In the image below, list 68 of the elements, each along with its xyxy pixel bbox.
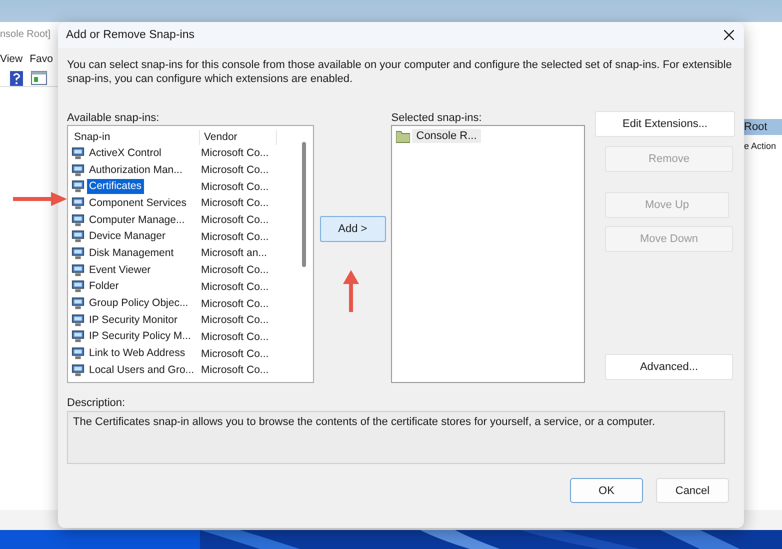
snap-in-name[interactable]: ActiveX Control	[87, 146, 164, 161]
monitor-icon	[71, 330, 85, 344]
vendor-cell: Microsoft Co...	[201, 147, 269, 160]
snap-in-name[interactable]: IP Security Policy M...	[87, 329, 193, 344]
vendor-cell: Microsoft Co...	[201, 314, 269, 326]
help-icon[interactable]	[10, 71, 23, 86]
available-label: Available snap-ins:	[67, 111, 160, 125]
snap-in-name[interactable]: Authorization Man...	[87, 162, 184, 178]
vendor-cell: Microsoft Co...	[201, 230, 269, 243]
vendor-cell: Microsoft Co...	[201, 280, 269, 293]
vendor-cell: Microsoft Co...	[201, 298, 269, 310]
menu-item[interactable]: Favo	[30, 53, 53, 65]
monitor-icon	[71, 230, 85, 244]
monitor-icon	[71, 364, 85, 377]
monitor-icon	[71, 146, 85, 160]
vendor-cell: Microsoft Co...	[201, 164, 269, 176]
arrow-icon	[13, 192, 67, 206]
snap-in-name[interactable]: Certificates	[87, 179, 144, 194]
monitor-icon	[71, 214, 85, 227]
actions-item[interactable]: e Action	[744, 135, 782, 151]
monitor-icon	[71, 280, 85, 294]
arrow-icon	[343, 270, 359, 312]
snap-in-name[interactable]: IP Security Monitor	[87, 312, 180, 328]
vendor-cell: Microsoft Co...	[201, 180, 269, 193]
pane-header: Root	[744, 119, 782, 135]
snap-in-name[interactable]: Folder	[87, 279, 121, 294]
snap-in-name[interactable]: Link to Web Address	[87, 346, 188, 362]
description-text: The Certificates snap-in allows you to browse the contents of the certificate stores for yourself, a service, or a computer.	[73, 416, 656, 428]
monitor-icon	[71, 196, 85, 210]
snap-in-name[interactable]: Computer Manage...	[87, 212, 187, 228]
snap-in-name[interactable]: Disk Management	[87, 246, 176, 261]
monitor-icon	[71, 264, 85, 277]
snap-in-name[interactable]: Event Viewer	[87, 262, 153, 278]
description-label: Description:	[67, 396, 126, 410]
monitor-icon	[71, 297, 85, 310]
add-button[interactable]: Add >	[320, 216, 386, 242]
snap-in-name[interactable]: Local Users and Gro...	[87, 362, 196, 378]
snap-in-name[interactable]: Component Services	[87, 196, 188, 211]
side-button[interactable]: Edit Extensions...	[595, 111, 735, 137]
dialog-button[interactable]: Cancel	[656, 478, 729, 503]
window-title: nsole Root]	[0, 28, 52, 42]
snap-in-name[interactable]: Device Manager	[87, 229, 168, 244]
window-icon[interactable]	[31, 71, 47, 85]
vendor-cell: Microsoft an...	[201, 247, 267, 260]
selected-label: Selected snap-ins:	[391, 111, 483, 125]
column-header[interactable]: Snap-in	[71, 130, 200, 145]
column-header[interactable]: Vendor	[200, 130, 277, 145]
intro-text: You can select snap-ins for this console from those available on your computer and configure the selected set of snap-ins. For extensible snap-ins, you can configure which extensions are enabled.	[67, 58, 733, 86]
folder-icon	[396, 130, 410, 142]
vendor-cell: Microsoft Co...	[201, 348, 269, 360]
vendor-cell: Microsoft Co...	[201, 197, 269, 210]
side-button[interactable]: Advanced...	[605, 354, 733, 380]
monitor-icon	[71, 164, 85, 177]
monitor-icon	[71, 180, 85, 194]
dialog-title: Add or Remove Snap-ins	[66, 29, 194, 41]
vendor-cell: Microsoft Co...	[201, 330, 269, 343]
monitor-icon	[71, 246, 85, 260]
snap-in-name[interactable]: Console R...	[412, 129, 481, 143]
menu-item[interactable]: View	[0, 53, 23, 65]
vendor-cell: Microsoft Co...	[201, 364, 269, 376]
vendor-cell: Microsoft Co...	[201, 214, 269, 226]
close-icon[interactable]	[724, 30, 734, 40]
monitor-icon	[71, 314, 85, 327]
monitor-icon	[71, 347, 85, 360]
dialog-button[interactable]: OK	[570, 478, 643, 503]
vendor-cell: Microsoft Co...	[201, 264, 269, 276]
scrollbar-thumb[interactable]	[302, 142, 306, 267]
snap-in-name[interactable]: Group Policy Objec...	[87, 296, 190, 312]
